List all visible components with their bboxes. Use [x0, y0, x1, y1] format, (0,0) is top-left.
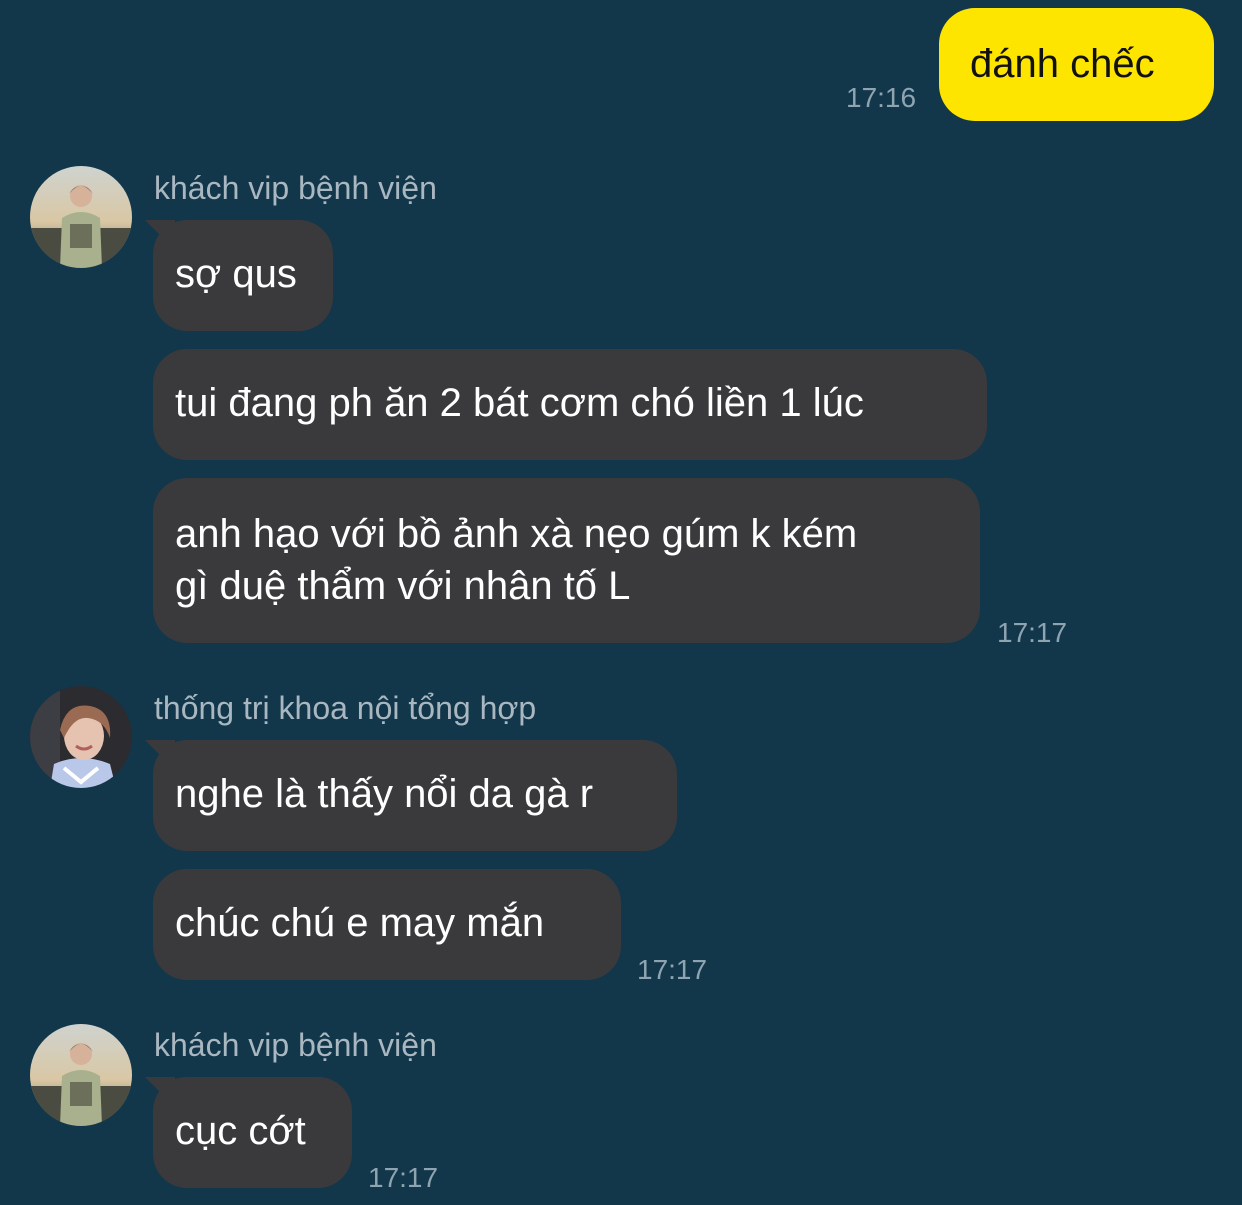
avatar[interactable] [30, 1024, 132, 1126]
incoming-message-bubble[interactable]: anh hạo với bồ ảnh xà nẹo gúm k kém gì d… [153, 478, 980, 643]
incoming-message-bubble[interactable]: cục cớt [153, 1077, 352, 1188]
smiling-guy-avatar-icon [30, 686, 132, 788]
outgoing-message-bubble[interactable]: đánh chếc [939, 8, 1214, 121]
incoming-message-bubble[interactable]: tui đang ph ăn 2 bát cơm chó liền 1 lúc [153, 349, 987, 460]
incoming-message-bubble[interactable]: sợ qus [153, 220, 333, 331]
chat-thread[interactable]: 17:16 đánh chếc khách vip bệnh viện sợ q… [0, 0, 1242, 1205]
message-timestamp: 17:17 [368, 1162, 439, 1193]
hoodie-guy-avatar-icon [30, 1024, 132, 1126]
sender-name: khách vip bệnh viện [154, 1027, 437, 1063]
hoodie-guy-avatar-icon [30, 166, 132, 268]
message-timestamp: 17:17 [997, 617, 1068, 648]
avatar[interactable] [30, 686, 132, 788]
message-timestamp: 17:16 [846, 82, 917, 113]
sender-name: khách vip bệnh viện [154, 170, 437, 206]
message-line: gì duệ thẩm với nhân tố L [175, 564, 631, 608]
incoming-message-bubble[interactable]: chúc chú e may mắn [153, 869, 621, 980]
sender-name: thống trị khoa nội tổng hợp [154, 690, 537, 726]
avatar[interactable] [30, 166, 132, 268]
message-line: anh hạo với bồ ảnh xà nẹo gúm k kém [175, 512, 858, 556]
message-timestamp: 17:17 [637, 954, 708, 985]
incoming-message-bubble[interactable]: nghe là thấy nổi da gà r [153, 740, 677, 851]
